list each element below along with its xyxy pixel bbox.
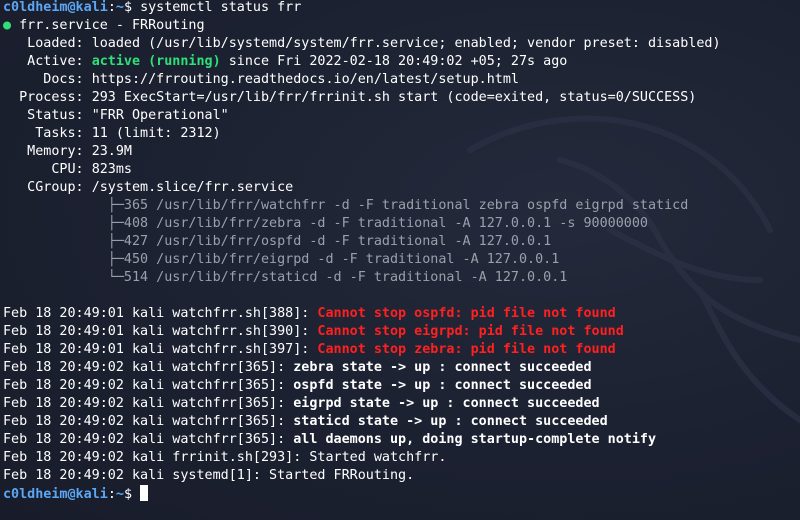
prompt-separator: : (107, 0, 116, 15)
log-message: Started FRRouting. (269, 468, 415, 483)
log-line: Feb 18 20:49:01 kali watchfrr.sh[388]: C… (3, 305, 800, 323)
cgroup-value: /system.slice/frr.service (91, 180, 294, 195)
prompt-separator: : (107, 487, 116, 502)
prompt-user-host: c0ldheim@kali (3, 0, 108, 15)
status-line: Status: "FRR Operational" (3, 107, 800, 125)
log-prefix: Feb 18 20:49:02 kali watchfrr[365]: (3, 378, 294, 393)
log-line: Feb 18 20:49:02 kali watchfrr[365]: stat… (3, 413, 800, 431)
prompt-command: systemctl status frr (140, 0, 302, 15)
log-line: Feb 18 20:49:01 kali watchfrr.sh[390]: C… (3, 323, 800, 341)
prompt-path: ~ (115, 0, 124, 15)
active-line: Active: active (running) since Fri 2022-… (3, 53, 800, 71)
loaded-label: Loaded: (3, 36, 84, 51)
cgroup-tree-line: ├─450 /usr/lib/frr/eigrpd -d -F traditio… (3, 252, 560, 267)
active-label: Active: (3, 54, 84, 69)
tasks-value: 11 (limit: 2312) (91, 126, 221, 141)
loaded-value: loaded (/usr/lib/systemd/system/frr.serv… (91, 36, 721, 51)
log-message: all daemons up, doing startup-complete n… (293, 432, 657, 447)
log-prefix: Feb 18 20:49:01 kali watchfrr.sh[397]: (3, 342, 318, 357)
log-message: ospfd state -> up : connect succeeded (293, 378, 592, 393)
log-prefix: Feb 18 20:49:02 kali frrinit.sh[293]: (3, 450, 310, 465)
log-prefix: Feb 18 20:49:02 kali watchfrr[365]: (3, 432, 294, 447)
active-state: active (running) (91, 54, 221, 69)
log-line: Feb 18 20:49:02 kali watchfrr[365]: zebr… (3, 359, 800, 377)
terminal-window[interactable]: c0ldheim@kali:~$ systemctl status frr ● … (0, 0, 800, 520)
log-message: staticd state -> up : connect succeeded (293, 414, 608, 429)
memory-value: 23.9M (91, 144, 132, 159)
prompt-sign: $ (123, 0, 132, 15)
cgroup-tree-line: ├─427 /usr/lib/frr/ospfd -d -F tradition… (3, 234, 552, 249)
log-message: Started watchfrr. (309, 450, 447, 465)
process-line: Process: 293 ExecStart=/usr/lib/frr/frri… (3, 89, 800, 107)
command-prompt-line: c0ldheim@kali:~$ systemctl status frr (3, 0, 800, 17)
tasks-label: Tasks: (3, 126, 84, 141)
tasks-line: Tasks: 11 (limit: 2312) (3, 125, 800, 143)
process-label: Process: (3, 90, 84, 105)
process-value: 293 ExecStart=/usr/lib/frr/frrinit.sh st… (91, 90, 697, 105)
prompt-sign: $ (123, 487, 132, 502)
service-title-line: ● frr.service - FRRouting (3, 17, 800, 35)
cgroup-tree-line: ├─365 /usr/lib/frr/watchfrr -d -F tradit… (3, 198, 689, 213)
cgroup-tree-line: └─514 /usr/lib/frr/staticd -d -F traditi… (3, 270, 568, 285)
docs-url: https://frrouting.readthedocs.io/en/late… (91, 72, 519, 87)
status-label: Status: (3, 108, 84, 123)
prompt-user-host: c0ldheim@kali (3, 487, 108, 502)
service-name: frr.service - FRRouting (19, 18, 205, 33)
status-dot-icon: ● (3, 18, 12, 33)
input-prompt-line[interactable]: c0ldheim@kali:~$ (3, 485, 800, 503)
log-error-message: Cannot stop zebra: pid file not found (317, 342, 616, 357)
log-error-message: Cannot stop ospfd: pid file not found (317, 306, 616, 321)
log-line: Feb 18 20:49:02 kali watchfrr[365]: ospf… (3, 377, 800, 395)
log-line: Feb 18 20:49:02 kali systemd[1]: Started… (3, 467, 800, 485)
cgroup-tree-line: ├─408 /usr/lib/frr/zebra -d -F tradition… (3, 216, 648, 231)
loaded-line: Loaded: loaded (/usr/lib/systemd/system/… (3, 35, 800, 53)
log-prefix: Feb 18 20:49:02 kali watchfrr[365]: (3, 414, 294, 429)
docs-line: Docs: https://frrouting.readthedocs.io/e… (3, 71, 800, 89)
status-value: "FRR Operational" (91, 108, 229, 123)
log-message: eigrpd state -> up : connect succeeded (293, 396, 600, 411)
terminal-output: c0ldheim@kali:~$ systemctl status frr ● … (3, 0, 800, 503)
log-prefix: Feb 18 20:49:02 kali watchfrr[365]: (3, 396, 294, 411)
text-cursor[interactable] (140, 485, 149, 501)
log-line: Feb 18 20:49:01 kali watchfrr.sh[397]: C… (3, 341, 800, 359)
log-error-message: Cannot stop eigrpd: pid file not found (317, 324, 624, 339)
log-message: zebra state -> up : connect succeeded (293, 360, 592, 375)
log-line: Feb 18 20:49:02 kali watchfrr[365]: all … (3, 431, 800, 449)
cpu-value: 823ms (91, 162, 132, 177)
prompt-path: ~ (115, 487, 124, 502)
log-prefix: Feb 18 20:49:02 kali systemd[1]: (3, 468, 270, 483)
log-line: Feb 18 20:49:02 kali frrinit.sh[293]: St… (3, 449, 800, 467)
cgroup-line: CGroup: /system.slice/frr.service (3, 179, 800, 197)
cgroup-label: CGroup: (3, 180, 84, 195)
log-prefix: Feb 18 20:49:02 kali watchfrr[365]: (3, 360, 294, 375)
log-prefix: Feb 18 20:49:01 kali watchfrr.sh[390]: (3, 324, 318, 339)
cpu-label: CPU: (3, 162, 84, 177)
memory-line: Memory: 23.9M (3, 143, 800, 161)
memory-label: Memory: (3, 144, 84, 159)
active-since: since Fri 2022-02-18 20:49:02 +05; 27s a… (228, 54, 568, 69)
log-prefix: Feb 18 20:49:01 kali watchfrr.sh[388]: (3, 306, 318, 321)
docs-label: Docs: (3, 72, 84, 87)
log-line: Feb 18 20:49:02 kali watchfrr[365]: eigr… (3, 395, 800, 413)
cpu-line: CPU: 823ms (3, 161, 800, 179)
